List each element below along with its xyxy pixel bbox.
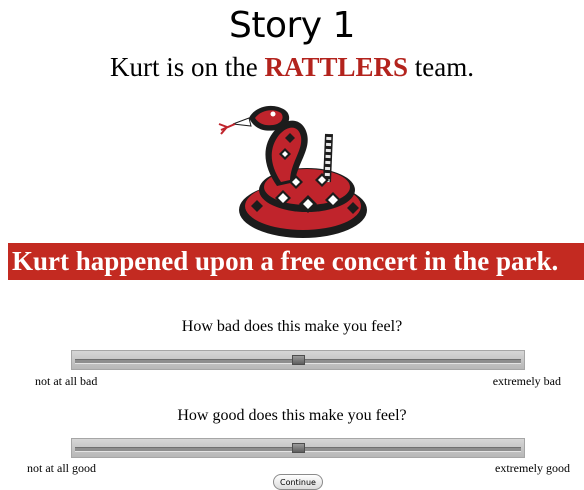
slider-handle[interactable] [292, 443, 305, 453]
event-banner: Kurt happened upon a free concert in the… [8, 243, 584, 280]
good-feeling-slider[interactable] [71, 438, 525, 458]
team-name: RATTLERS [264, 52, 409, 82]
good-slider-max-label: extremely good [495, 461, 570, 475]
continue-button[interactable]: Continue [273, 474, 323, 490]
story-title: Story 1 [229, 5, 355, 46]
bad-slider-min-label: not at all bad [35, 374, 98, 388]
team-assignment: Kurt is on the RATTLERS team. [0, 51, 584, 83]
question-good: How good does this make you feel? [177, 407, 407, 424]
rattlesnake-logo-icon [218, 105, 367, 238]
slider-handle[interactable] [292, 355, 305, 365]
good-slider-min-label: not at all good [27, 461, 96, 475]
team-prefix: Kurt is on the [109, 52, 265, 82]
bad-slider-max-label: extremely bad [492, 374, 561, 388]
team-suffix: team. [408, 52, 475, 82]
question-bad: How bad does this make you feel? [181, 318, 403, 335]
bad-feeling-slider[interactable] [71, 350, 525, 370]
